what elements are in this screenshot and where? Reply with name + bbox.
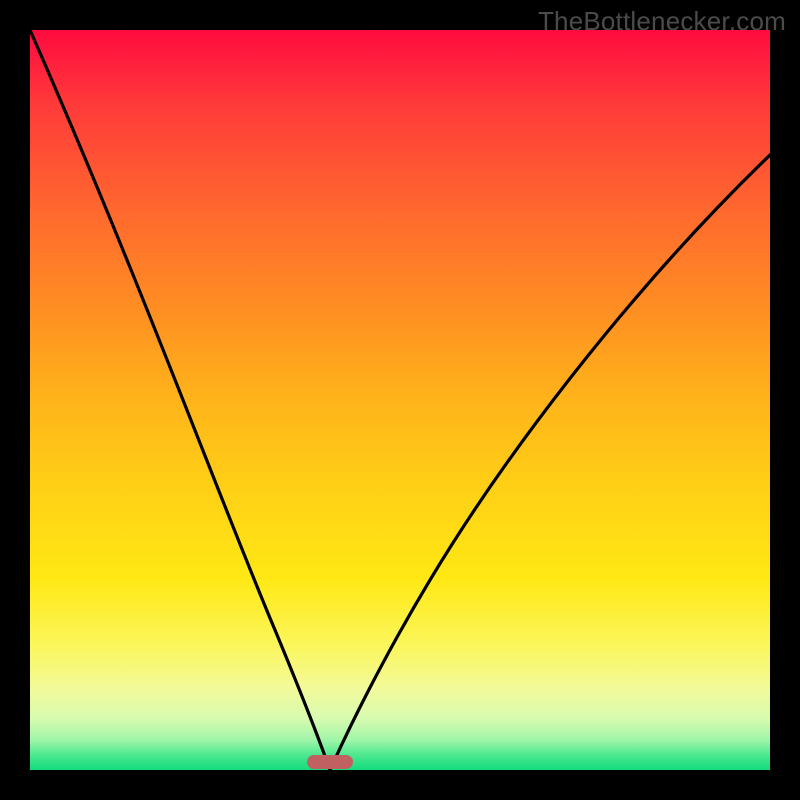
bottleneck-curve — [30, 30, 770, 770]
watermark-text: TheBottlenecker.com — [538, 6, 786, 37]
minimum-marker — [307, 755, 353, 769]
curve-left-branch — [30, 30, 330, 770]
curve-right-branch — [330, 155, 770, 770]
chart-plot-area — [30, 30, 770, 770]
chart-frame: TheBottlenecker.com — [0, 0, 800, 800]
